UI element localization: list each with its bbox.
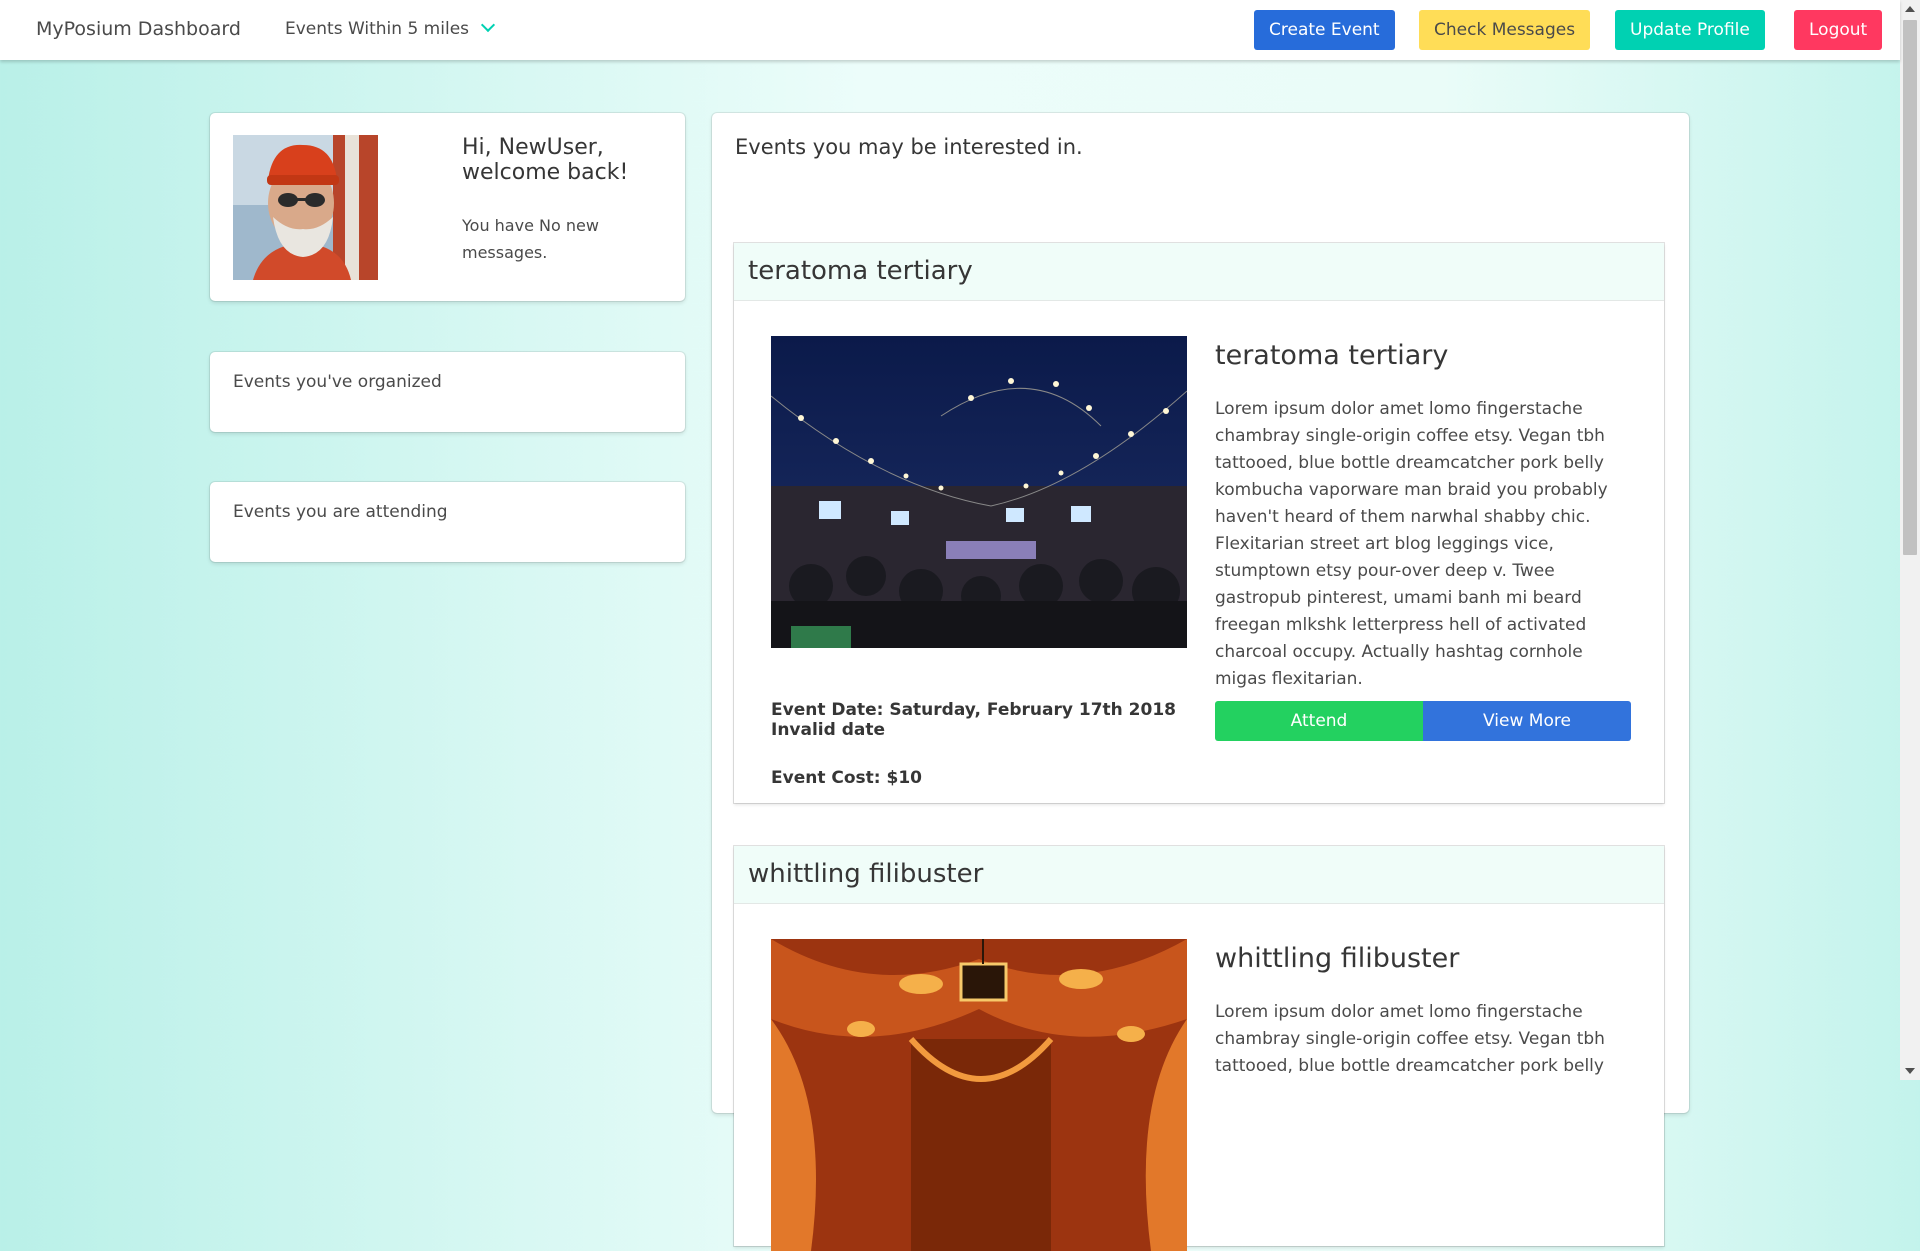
distance-filter-dropdown[interactable]: Events Within 5 miles bbox=[285, 17, 496, 39]
scroll-up-arrow-icon[interactable] bbox=[1905, 6, 1915, 12]
update-profile-button[interactable]: Update Profile bbox=[1615, 10, 1765, 50]
distance-filter-label: Events Within 5 miles bbox=[285, 19, 470, 39]
user-avatar bbox=[233, 135, 378, 280]
scrollbar-thumb[interactable] bbox=[1903, 20, 1917, 555]
welcome-greeting: Hi, NewUser, welcome back! bbox=[462, 135, 629, 185]
organized-events-card[interactable]: Events you've organized bbox=[210, 352, 685, 432]
create-event-button[interactable]: Create Event bbox=[1254, 10, 1395, 50]
check-messages-button[interactable]: Check Messages bbox=[1419, 10, 1591, 50]
scroll-down-arrow-icon[interactable] bbox=[1905, 1068, 1915, 1074]
event-card: whittling filibuster whittling filibuste… bbox=[734, 846, 1664, 1251]
event-photo[interactable] bbox=[771, 939, 1187, 1251]
events-feed-title: Events you may be interested in. bbox=[735, 135, 1083, 159]
attending-events-card[interactable]: Events you are attending bbox=[210, 482, 685, 562]
profile-card: Hi, NewUser, welcome back! You have No n… bbox=[210, 113, 685, 301]
attending-events-label: Events you are attending bbox=[233, 502, 448, 522]
event-photo[interactable] bbox=[771, 336, 1187, 648]
event-cost: Event Cost: $10 bbox=[771, 768, 922, 788]
top-navbar: MyPosium Dashboard Events Within 5 miles… bbox=[0, 0, 1900, 60]
event-header-title: whittling filibuster bbox=[748, 859, 984, 889]
messages-status: You have No new messages. bbox=[462, 216, 599, 262]
attend-button[interactable]: Attend bbox=[1215, 701, 1423, 741]
event-name: teratoma tertiary bbox=[1215, 340, 1449, 371]
event-description: Lorem ipsum dolor amet lomo fingerstache… bbox=[1215, 399, 1608, 689]
brand-title[interactable]: MyPosium Dashboard bbox=[36, 18, 241, 40]
event-card: teratoma tertiary teratoma tertiary Lore… bbox=[734, 243, 1664, 803]
events-feed-card: Events you may be interested in. teratom… bbox=[712, 113, 1689, 1251]
event-name: whittling filibuster bbox=[1215, 943, 1460, 974]
logout-button[interactable]: Logout bbox=[1794, 10, 1883, 50]
page-scrollbar[interactable] bbox=[1900, 0, 1920, 1080]
event-card-header: teratoma tertiary bbox=[734, 243, 1664, 301]
event-date: Event Date: Saturday, February 17th 2018… bbox=[771, 700, 1176, 740]
chevron-down-icon bbox=[480, 17, 496, 33]
event-card-header: whittling filibuster bbox=[734, 846, 1664, 904]
view-more-button[interactable]: View More bbox=[1423, 701, 1631, 741]
event-description: Lorem ipsum dolor amet lomo fingerstache… bbox=[1215, 1002, 1605, 1076]
organized-events-label: Events you've organized bbox=[233, 372, 442, 392]
event-header-title: teratoma tertiary bbox=[748, 256, 973, 286]
